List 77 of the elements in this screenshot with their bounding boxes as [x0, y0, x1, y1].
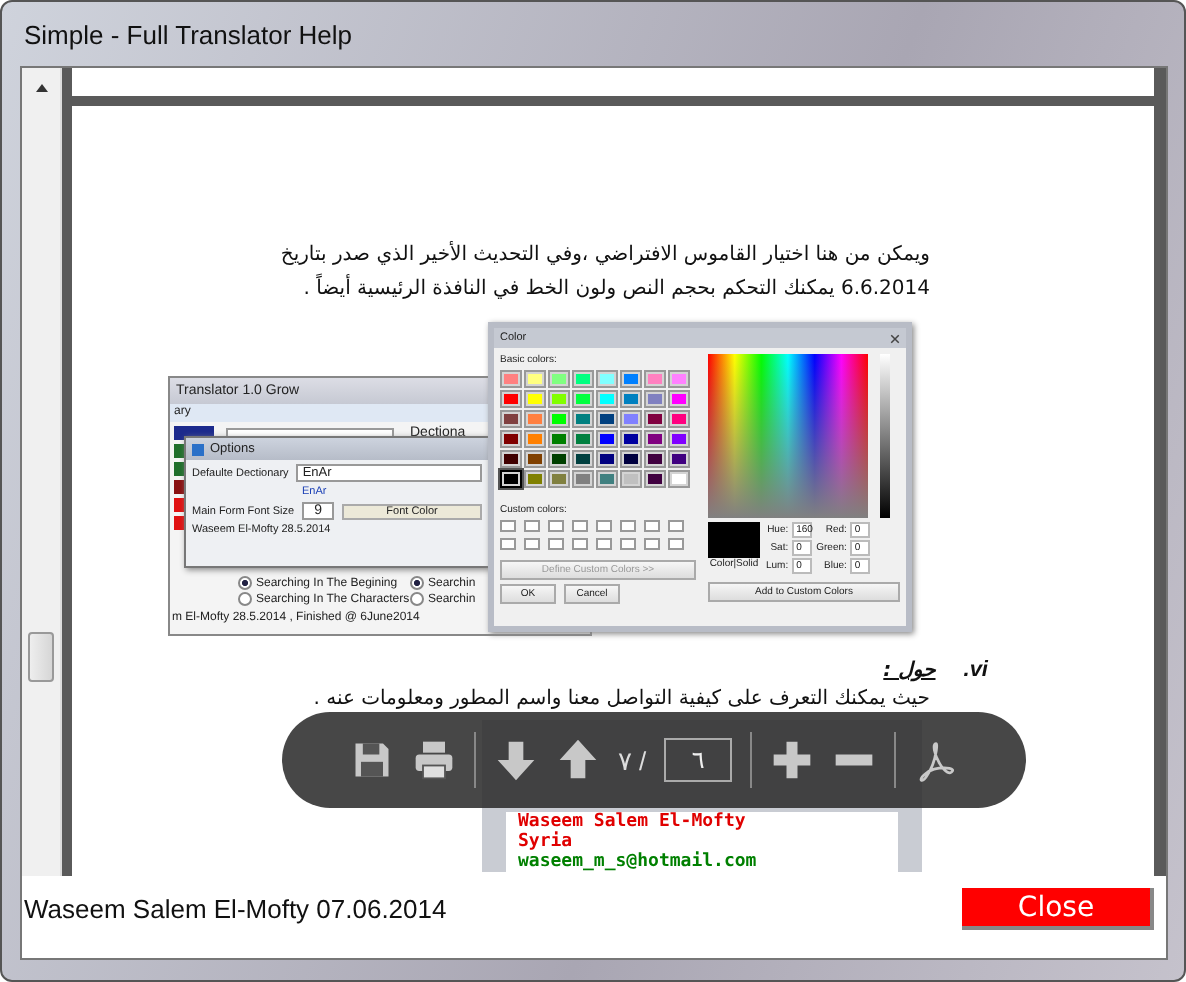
page-count: ٧ /	[617, 745, 647, 775]
color-swatch[interactable]	[596, 430, 618, 448]
color-swatch[interactable]	[620, 470, 642, 488]
color-swatch[interactable]	[572, 370, 594, 388]
color-swatch[interactable]	[596, 410, 618, 428]
zoom-in-icon[interactable]	[770, 738, 815, 782]
color-swatch[interactable]	[572, 390, 594, 408]
section-heading: حول :	[883, 660, 936, 682]
up-arrow-icon[interactable]	[555, 738, 600, 782]
close-icon[interactable]	[890, 333, 900, 343]
color-swatch[interactable]	[524, 450, 546, 468]
color-swatch[interactable]	[668, 410, 690, 428]
color-swatch[interactable]	[548, 390, 570, 408]
color-swatch[interactable]	[548, 370, 570, 388]
close-button[interactable]: Close	[962, 888, 1154, 930]
color-swatch[interactable]	[596, 450, 618, 468]
color-swatch[interactable]	[524, 410, 546, 428]
color-swatch[interactable]	[524, 470, 546, 488]
color-swatch[interactable]	[524, 430, 546, 448]
color-swatch[interactable]	[596, 390, 618, 408]
color-swatch[interactable]	[572, 450, 594, 468]
section-number: vi.	[963, 658, 988, 682]
color-swatch[interactable]	[644, 450, 666, 468]
color-swatch[interactable]	[500, 370, 522, 388]
radio-button[interactable]	[410, 592, 424, 606]
window-title: Simple - Full Translator Help	[24, 19, 352, 49]
color-swatch[interactable]	[644, 470, 666, 488]
color-swatch[interactable]	[668, 450, 690, 468]
print-icon[interactable]	[411, 738, 456, 782]
about-text-line: Waseem Salem El-Mofty	[518, 812, 748, 832]
color-swatch[interactable]	[548, 470, 570, 488]
window-icon	[192, 443, 204, 455]
color-swatch[interactable]	[644, 390, 666, 408]
color-swatch[interactable]	[620, 410, 642, 428]
color-swatch[interactable]	[548, 410, 570, 428]
color-swatch[interactable]	[668, 470, 690, 488]
pdf-icon[interactable]	[914, 738, 959, 782]
color-swatch[interactable]	[644, 430, 666, 448]
color-swatch[interactable]	[548, 450, 570, 468]
color-swatch[interactable]	[524, 370, 546, 388]
color-spectrum[interactable]	[708, 354, 868, 518]
color-swatch[interactable]	[644, 410, 666, 428]
color-swatch[interactable]	[620, 390, 642, 408]
about-text-line: waseem_m_s@hotmail.com	[518, 852, 759, 872]
color-swatch[interactable]	[572, 430, 594, 448]
color-swatch[interactable]	[668, 370, 690, 388]
radio-button[interactable]	[238, 576, 252, 590]
color-swatch[interactable]	[668, 390, 690, 408]
about-text-line: Syria	[518, 832, 573, 852]
color-swatch[interactable]	[500, 410, 522, 428]
color-swatch[interactable]	[620, 430, 642, 448]
paragraph-line: 6.6.2014 يمكنك التحكم بحجم النص ولون الخط في النافذة الرئيسية أيضاً .	[303, 272, 930, 306]
paragraph-line: ويمكن من هنا اختيار القاموس الافتراضي ،وفي التحديث الأخير الذي صدر بتاريخ	[280, 239, 930, 270]
credit-text: Waseem Salem El-Mofty 07.06.2014	[24, 894, 447, 924]
color-swatch[interactable]	[596, 370, 618, 388]
color-swatch[interactable]	[524, 390, 546, 408]
scrollbar-thumb[interactable]	[28, 632, 54, 682]
color-swatch[interactable]	[500, 430, 522, 448]
down-arrow-icon[interactable]	[493, 738, 538, 782]
color-swatch[interactable]	[668, 430, 690, 448]
page-number-field[interactable]: ٦	[664, 738, 733, 782]
radio-button[interactable]	[238, 592, 252, 606]
scrollbar[interactable]	[22, 68, 62, 876]
radio-button[interactable]	[410, 576, 424, 590]
color-swatch[interactable]	[620, 370, 642, 388]
luminance-bar[interactable]	[880, 354, 890, 518]
color-swatch[interactable]	[596, 470, 618, 488]
color-swatch[interactable]	[620, 450, 642, 468]
color-swatch[interactable]	[572, 410, 594, 428]
color-swatch[interactable]	[500, 470, 522, 488]
color-swatch[interactable]	[500, 390, 522, 408]
paragraph: حيث يمكنك التعرف على كيفية التواصل معنا واسم المطور ومعلومات عنه .	[311, 686, 932, 714]
color-swatch[interactable]	[644, 370, 666, 388]
color-preview	[708, 522, 760, 558]
color-swatch[interactable]	[500, 450, 522, 468]
color-swatch[interactable]	[548, 430, 570, 448]
color-swatch[interactable]	[572, 470, 594, 488]
